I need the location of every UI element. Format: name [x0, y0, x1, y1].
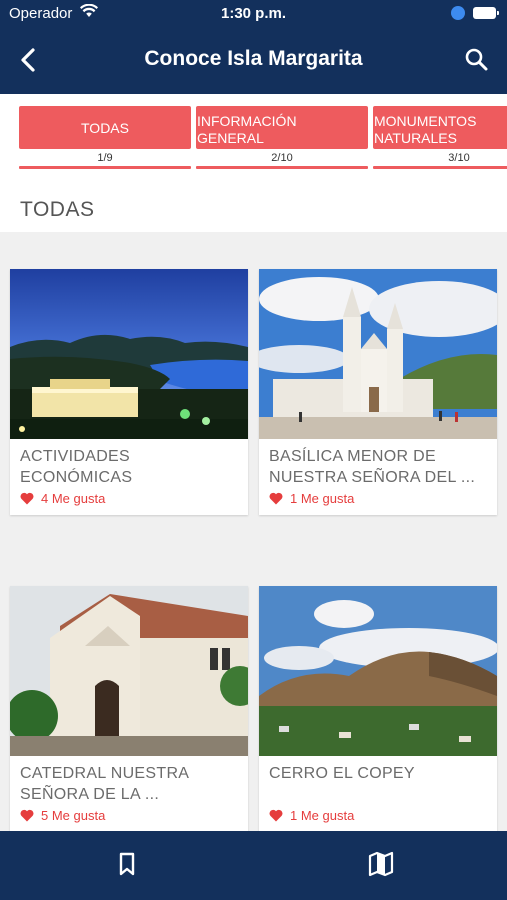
likes-count: 5 Me gusta [20, 808, 105, 823]
place-card-cerro-el-copey[interactable]: CERRO EL COPEY 1 Me gusta [259, 586, 497, 832]
map-tab[interactable] [366, 849, 396, 879]
header: Operador 1:30 p.m. Conoce Isla Margarita [0, 0, 507, 94]
place-photo [259, 269, 497, 439]
status-bar: Operador 1:30 p.m. [0, 0, 507, 28]
bookmarks-tab[interactable] [112, 849, 142, 879]
section-title: TODAS [20, 198, 95, 221]
heart-icon [269, 492, 283, 505]
place-title: ACTIVIDADES ECONÓMICAS [20, 448, 133, 486]
place-title: CATEDRAL NUESTRA SEÑORA DE LA ... [20, 765, 190, 803]
place-title: BASÍLICA MENOR DE NUESTRA SEÑORA DEL ... [269, 448, 476, 486]
place-photo [10, 269, 248, 439]
tab-label: INFORMACIÓN GENERAL [196, 106, 368, 149]
heart-icon [269, 809, 283, 822]
tab-underline [19, 166, 191, 169]
category-tabs: TODAS 1/9 INFORMACIÓN GENERAL 2/10 MONUME… [0, 94, 507, 186]
likes-count: 4 Me gusta [20, 491, 105, 506]
map-icon [368, 851, 394, 877]
place-photo [259, 586, 497, 756]
location-icon [451, 6, 465, 20]
likes-count: 1 Me gusta [269, 491, 354, 506]
tab-underline [196, 166, 368, 169]
likes-count: 1 Me gusta [269, 808, 354, 823]
tab-label: MONUMENTOS NATURALES [373, 106, 507, 149]
tab-count: 1/9 [97, 152, 113, 164]
section-header: TODAS [0, 186, 507, 232]
tab-todas[interactable]: TODAS 1/9 [19, 106, 191, 169]
page-title: Conoce Isla Margarita [144, 47, 363, 70]
status-time: 1:30 p.m. [220, 5, 287, 22]
place-card-basilica-menor[interactable]: BASÍLICA MENOR DE NUESTRA SEÑORA DEL ... … [259, 269, 497, 515]
search-button[interactable] [462, 44, 492, 76]
tab-count: 2/10 [271, 152, 293, 164]
tab-monumentos-naturales[interactable]: MONUMENTOS NATURALES 3/10 [373, 106, 507, 169]
tab-underline [373, 166, 507, 169]
place-card-actividades-economicas[interactable]: ACTIVIDADES ECONÓMICAS 4 Me gusta [10, 269, 248, 515]
place-card-catedral[interactable]: CATEDRAL NUESTRA SEÑORA DE LA ... 5 Me gu… [10, 586, 248, 832]
search-icon [465, 48, 488, 71]
battery-icon [473, 7, 499, 19]
place-photo [10, 586, 248, 756]
tab-count: 3/10 [448, 152, 470, 164]
tab-label: TODAS [19, 106, 191, 149]
heart-icon [20, 492, 34, 505]
bottom-tab-bar [0, 831, 507, 900]
heart-icon [20, 809, 34, 822]
tab-informacion-general[interactable]: INFORMACIÓN GENERAL 2/10 [196, 106, 368, 169]
place-title: CERRO EL COPEY [269, 765, 415, 782]
bookmark-icon [119, 852, 135, 876]
